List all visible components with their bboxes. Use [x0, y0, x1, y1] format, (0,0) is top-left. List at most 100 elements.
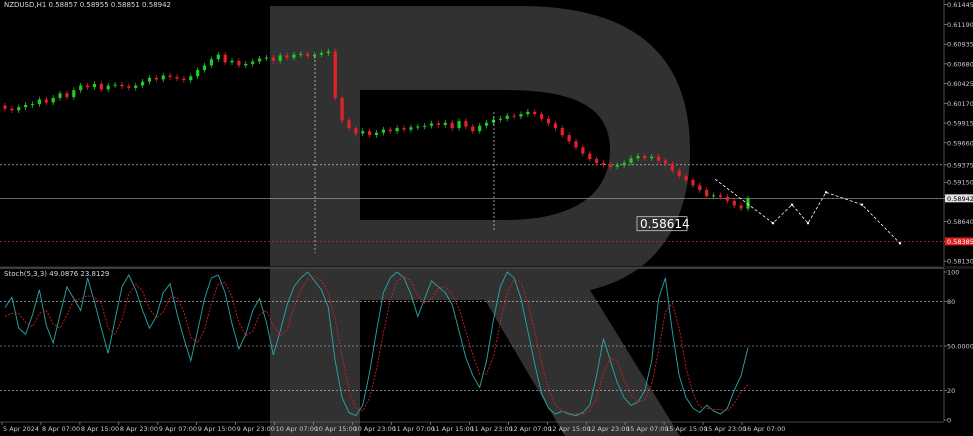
candle-body: [37, 99, 41, 105]
time-tick-label: 10 Apr 23:00: [354, 425, 396, 433]
price-tick-label: 0.60680: [947, 60, 973, 68]
candle-body: [484, 122, 489, 126]
candle-body: [127, 86, 131, 88]
candle-body: [278, 55, 282, 61]
candle-body: [601, 162, 606, 165]
candle-body: [423, 125, 427, 127]
candle-body: [113, 84, 117, 86]
candle-body: [588, 153, 592, 160]
candle-body: [374, 132, 379, 136]
price-tick-label: 0.58130: [947, 258, 973, 266]
time-tick-label: 5 Apr 2024: [3, 425, 39, 433]
candle-body: [134, 85, 138, 88]
candle-body: [264, 57, 269, 59]
candle-body: [691, 179, 695, 186]
candle-body: [106, 85, 110, 90]
candle-body: [292, 54, 296, 58]
trading-chart: 0.58614 0.61445 0.61190 0.60935 0.60680 0.60…: [0, 0, 973, 436]
candle-body: [182, 78, 186, 81]
candle-body: [478, 125, 482, 132]
candle-body: [491, 119, 496, 123]
price-tick-label: 0.59375: [947, 161, 973, 169]
candle-body: [368, 131, 372, 136]
candle-body: [677, 170, 681, 177]
candle-body: [271, 57, 275, 61]
time-tick-label: 8 Apr 07:00: [42, 425, 80, 433]
candle-body: [595, 159, 599, 163]
price-tick-label: 0.59915: [947, 120, 973, 128]
candle-body: [202, 65, 207, 71]
candle-body: [3, 105, 7, 109]
candle-body: [519, 114, 523, 117]
candle-body: [464, 121, 468, 127]
candle-body: [161, 75, 165, 80]
price-tick-label: 0.61445: [947, 1, 973, 9]
candle-body: [257, 58, 262, 62]
candle-body: [705, 189, 709, 197]
candle-body: [409, 127, 413, 130]
candle-body: [85, 85, 90, 88]
time-tick-label: 9 Apr 07:00: [159, 425, 197, 433]
candle-body: [361, 131, 365, 134]
time-tick-label: 11 Apr 07:00: [392, 425, 434, 433]
time-tick-label: 9 Apr 15:00: [198, 425, 236, 433]
time-tick-label: 15 Apr 23:00: [704, 425, 746, 433]
price-tick-label: 0.60935: [947, 41, 973, 49]
stoch-tick-label: 100: [947, 269, 959, 277]
candle-body: [230, 60, 234, 63]
time-tick-label: 10 Apr 15:00: [315, 425, 357, 433]
candle-body: [237, 60, 241, 66]
time-tick-label: 8 Apr 15:00: [81, 425, 119, 433]
candle-body: [608, 164, 613, 167]
candle-body: [24, 104, 28, 108]
price-tick-label: 0.58640: [947, 218, 973, 226]
candle-body: [471, 126, 475, 132]
candle-body: [92, 83, 97, 88]
candle-body: [429, 123, 434, 126]
candle-body: [395, 128, 399, 132]
price-tick-label: 0.60425: [947, 80, 973, 88]
candle-body: [79, 85, 83, 91]
candle-body: [533, 111, 537, 115]
candle-body: [402, 128, 406, 130]
stoch-tick-label: 20: [947, 387, 955, 395]
candle-body: [643, 155, 647, 159]
candle-body: [526, 111, 530, 115]
price-tick-label: 0.59150: [947, 179, 973, 187]
candle-body: [540, 114, 544, 119]
time-tick-label: 16 Apr 07:00: [743, 425, 785, 433]
stoch-tick-label: 80: [947, 298, 955, 306]
time-tick-label: 15 Apr 07:00: [626, 425, 668, 433]
candle-body: [725, 196, 729, 201]
candle-body: [209, 59, 213, 66]
time-tick-label: 15 Apr 15:00: [665, 425, 707, 433]
candle-body: [175, 77, 179, 79]
candle-body: [326, 51, 330, 54]
candle-body: [223, 54, 227, 63]
stoch-info: Stoch(5,3,3) 49.0876 23.8129: [4, 270, 109, 278]
candle-body: [505, 115, 509, 119]
time-tick-label: 10 Apr 07:00: [276, 425, 318, 433]
candle-body: [739, 205, 743, 209]
candle-body: [629, 158, 633, 163]
candle-body: [436, 123, 441, 125]
candle-body: [189, 76, 193, 81]
candle-body: [354, 128, 358, 134]
candle-body: [381, 129, 385, 133]
candle-body: [670, 163, 674, 171]
candle-body: [443, 122, 447, 125]
candle-body: [567, 135, 571, 142]
stoch-tick-label: 50.0000: [947, 343, 973, 351]
forecast-point: [790, 203, 794, 206]
time-tick-label: 12 Apr 07:00: [509, 425, 551, 433]
candle-body: [340, 97, 344, 121]
candle-body: [718, 195, 723, 197]
stoch-tick-label: 0: [947, 417, 951, 425]
price-tick-label: 0.59660: [947, 139, 973, 147]
candle-body: [306, 53, 310, 57]
panel-separator: [0, 266, 973, 269]
candle-body: [615, 165, 619, 167]
candle-body: [51, 97, 55, 103]
forecast-point: [824, 191, 828, 194]
candle-body: [553, 123, 557, 129]
